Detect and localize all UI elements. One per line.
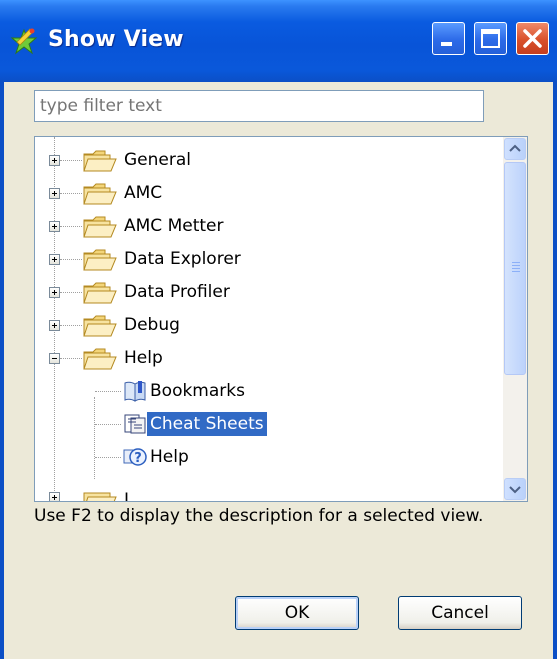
ok-button[interactable]: OK	[235, 596, 359, 630]
tree-item-data-explorer[interactable]: Data Explorer	[35, 243, 501, 276]
view-tree[interactable]: General AMC AMC Metter Data Explorer Dat…	[34, 136, 528, 502]
view-star-icon	[10, 28, 38, 55]
tree-item-label: Debug	[124, 315, 180, 335]
tree-item-label: General	[124, 150, 191, 170]
tree-item-data-profiler[interactable]: Data Profiler	[35, 276, 501, 309]
tree-item-amc-metter[interactable]: AMC Metter	[35, 210, 501, 243]
expand-toggle[interactable]	[49, 320, 60, 331]
tree-item-label: Data Explorer	[124, 249, 241, 269]
window-title: Show View	[48, 27, 184, 52]
tree-item-label: Help	[150, 447, 189, 467]
tree-item-general[interactable]: General	[35, 144, 501, 177]
tree-item-bookmarks[interactable]: Bookmarks	[35, 375, 501, 408]
close-button[interactable]	[516, 22, 549, 55]
filter-input[interactable]	[34, 90, 484, 122]
expand-toggle[interactable]	[49, 188, 60, 199]
cheat-sheets-icon	[124, 414, 146, 434]
folder-icon	[83, 183, 117, 205]
help-icon: ?	[123, 448, 147, 466]
tree-item-label: AMC Metter	[124, 216, 224, 236]
scroll-down-button[interactable]	[504, 478, 526, 500]
folder-icon	[83, 150, 117, 172]
tree-item-partial[interactable]: J	[35, 476, 501, 502]
vertical-scrollbar[interactable]	[503, 137, 527, 501]
cancel-button[interactable]: Cancel	[398, 596, 522, 630]
scroll-thumb[interactable]	[504, 162, 526, 375]
expand-toggle[interactable]	[49, 221, 60, 232]
folder-icon	[83, 249, 117, 271]
tree-item-help[interactable]: ? Help	[35, 441, 501, 474]
expand-toggle[interactable]	[49, 287, 60, 298]
chevron-down-icon	[509, 486, 521, 494]
folder-icon	[83, 282, 117, 304]
tree-item-label: Bookmarks	[150, 381, 245, 401]
tree-item-debug[interactable]: Debug	[35, 309, 501, 342]
tree-item-label: AMC	[124, 183, 163, 203]
close-icon	[523, 29, 542, 48]
tree-item-amc[interactable]: AMC	[35, 177, 501, 210]
expand-toggle[interactable]	[49, 254, 60, 265]
minimize-button[interactable]	[432, 22, 465, 55]
tree-item-label: Data Profiler	[124, 282, 230, 302]
maximize-button[interactable]	[474, 22, 507, 55]
chevron-up-icon	[509, 144, 521, 152]
tree-item-label: Cheat Sheets	[147, 412, 267, 436]
folder-icon	[83, 492, 117, 501]
collapse-toggle[interactable]	[49, 353, 60, 364]
folder-open-icon	[83, 348, 117, 370]
svg-text:?: ?	[134, 451, 142, 466]
tree-item-help-folder[interactable]: Help	[35, 342, 501, 375]
folder-icon	[83, 216, 117, 238]
tree-item-cheat-sheets[interactable]: Cheat Sheets	[35, 408, 501, 441]
expand-toggle[interactable]	[49, 492, 60, 501]
folder-icon	[83, 315, 117, 337]
scroll-up-button[interactable]	[504, 138, 526, 160]
tree-item-label: J	[124, 490, 130, 502]
dialog-body: General AMC AMC Metter	[0, 82, 557, 659]
title-bar[interactable]: Show View	[0, 0, 557, 82]
maximize-icon	[481, 29, 500, 48]
description-hint: Use F2 to display the description for a …	[34, 506, 484, 526]
expand-toggle[interactable]	[49, 155, 60, 166]
tree-item-label: Help	[124, 348, 163, 368]
scroll-grip	[512, 262, 520, 272]
bookmarks-icon	[124, 381, 146, 402]
minimize-icon	[441, 42, 452, 46]
